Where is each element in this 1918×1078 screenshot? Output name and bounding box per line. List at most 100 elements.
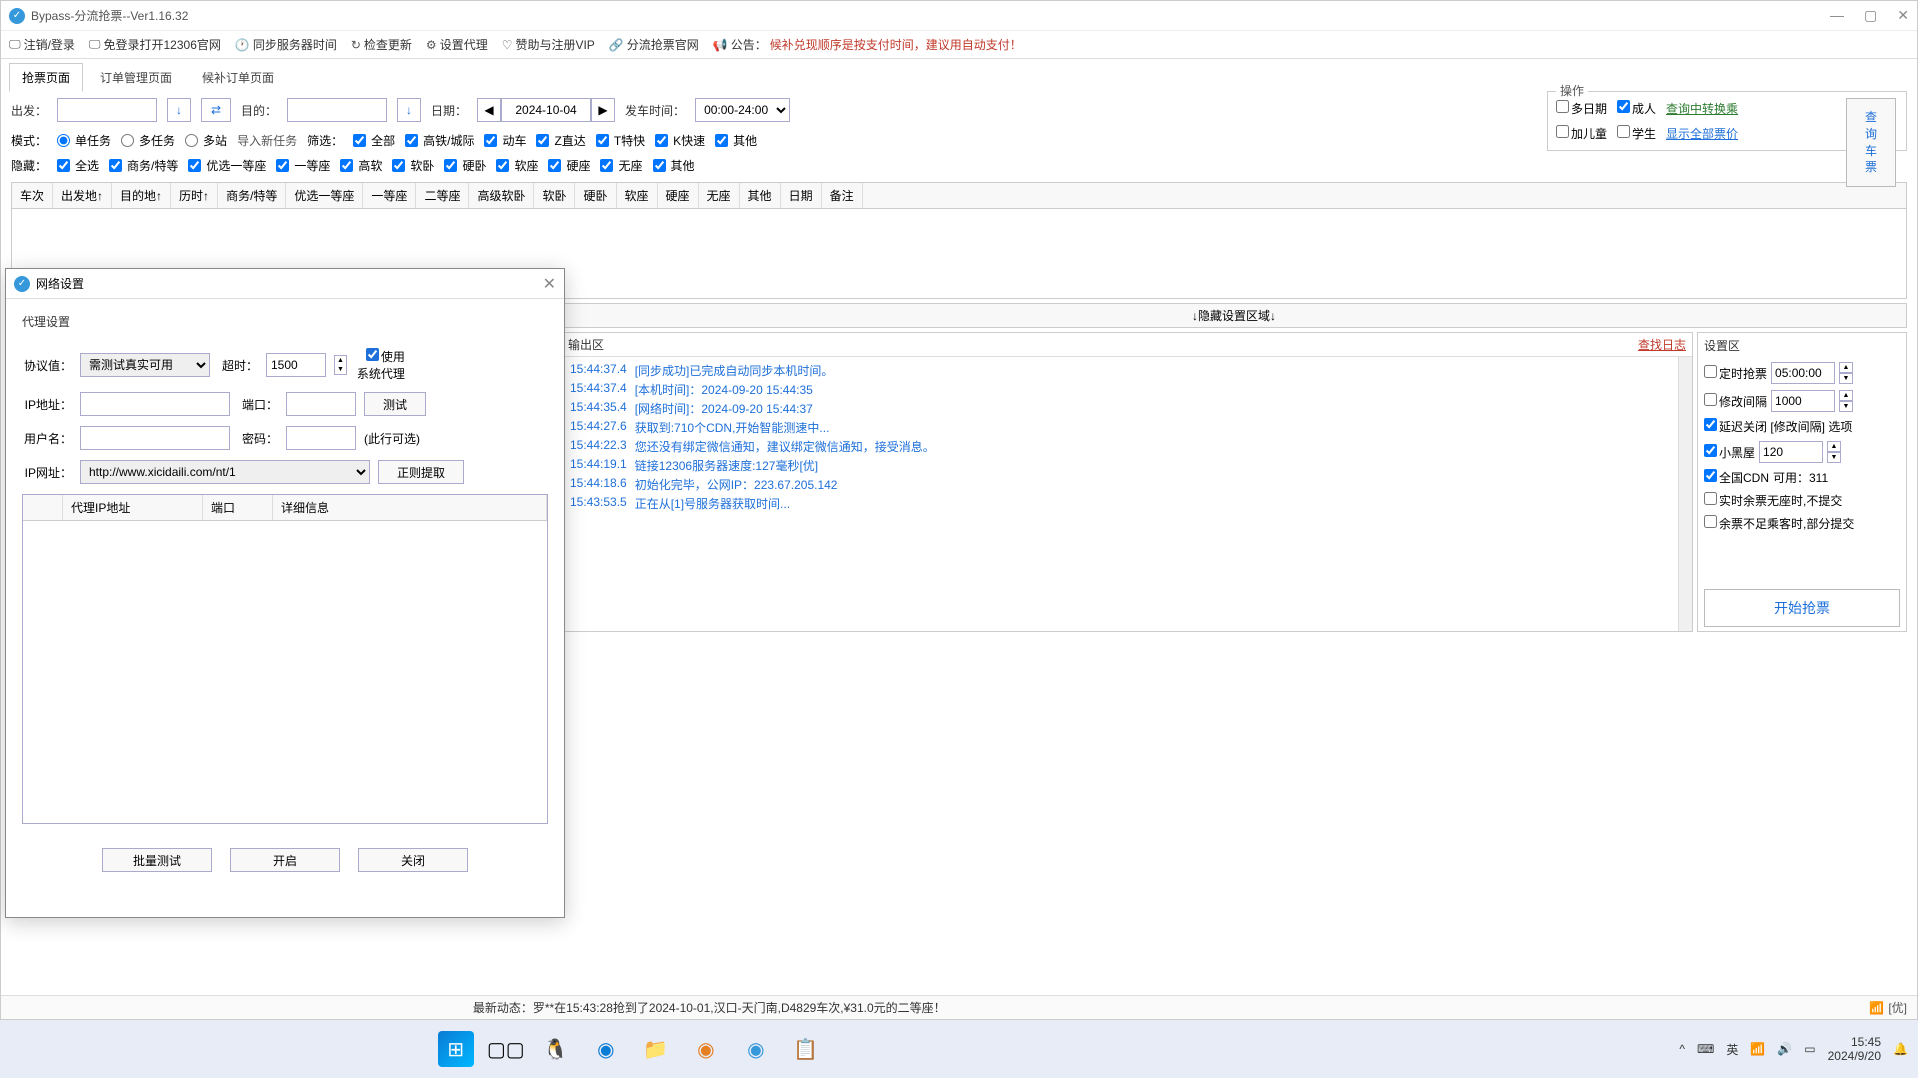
interval-up[interactable]: ▲ (1839, 390, 1853, 401)
toggle-settings-bar[interactable]: ↓隐藏设置区域↓ (561, 303, 1907, 328)
dialog-titlebar[interactable]: ✓ 网络设置 ✕ (6, 269, 564, 299)
filter-gaotie[interactable]: 高铁/城际 (405, 132, 474, 149)
child-check[interactable]: 加儿童 (1556, 125, 1607, 142)
app-icon-2[interactable]: 📋 (788, 1031, 824, 1067)
timed-check[interactable]: 定时抢票 (1704, 365, 1767, 382)
from-dropdown[interactable]: ↓ (167, 98, 191, 122)
time-select[interactable]: 00:00-24:00 (695, 98, 790, 122)
swap-button[interactable]: ⇄ (201, 98, 231, 122)
tab-waitlist[interactable]: 候补订单页面 (189, 63, 287, 92)
tray-wifi-icon[interactable]: 📶 (1750, 1042, 1765, 1056)
timed-input[interactable] (1771, 362, 1835, 384)
filter-other[interactable]: 其他 (715, 132, 757, 149)
hide-gaoruan[interactable]: 高软 (340, 157, 382, 174)
qq-icon[interactable]: 🐧 (538, 1031, 574, 1067)
date-input[interactable] (501, 98, 591, 122)
tab-order[interactable]: 订单管理页面 (87, 63, 185, 92)
th-to[interactable]: 目的地↑ (112, 183, 171, 208)
interval-check[interactable]: 修改间隔 (1704, 393, 1767, 410)
login-button[interactable]: 🖵注销/登录 (9, 36, 75, 53)
blackroom-up[interactable]: ▲ (1827, 441, 1841, 452)
partial-check[interactable]: 余票不足乘客时,部分提交 (1704, 515, 1854, 532)
showprice-link[interactable]: 显示全部票价 (1666, 125, 1738, 142)
hide-other[interactable]: 其他 (653, 157, 695, 174)
adult-check[interactable]: 成人 (1617, 100, 1656, 117)
hide-shangwu[interactable]: 商务/特等 (109, 157, 178, 174)
ime-indicator[interactable]: 英 (1726, 1041, 1738, 1058)
timed-down[interactable]: ▼ (1839, 373, 1853, 384)
tray-battery-icon[interactable]: ▭ (1804, 1042, 1815, 1056)
start-grab-button[interactable]: 开始抢票 (1704, 589, 1900, 627)
th-remark[interactable]: 备注 (822, 183, 863, 208)
close-proxy-button[interactable]: 关闭 (358, 848, 468, 872)
tray-keyboard-icon[interactable]: ⌨ (1697, 1042, 1714, 1056)
timeout-input[interactable] (266, 353, 326, 377)
mode-multistation[interactable]: 多站 (185, 132, 227, 149)
th-hardsleep[interactable]: 硬卧 (575, 183, 616, 208)
filter-tekuai[interactable]: T特快 (596, 132, 645, 149)
scrollbar[interactable] (1678, 357, 1692, 631)
interval-input[interactable] (1771, 390, 1835, 412)
open-12306-button[interactable]: 🖵免登录打开12306官网 (89, 36, 221, 53)
close-button[interactable]: ✕ (1897, 7, 1909, 24)
proxy-th-detail[interactable]: 详细信息 (273, 495, 547, 520)
hide-all[interactable]: 全选 (57, 157, 99, 174)
filter-dongche[interactable]: 动车 (484, 132, 526, 149)
sponsor-button[interactable]: ♡赞助与注册VIP (502, 36, 595, 53)
notifications-icon[interactable]: 🔔 (1893, 1042, 1908, 1056)
find-log-link[interactable]: 查找日志 (1638, 336, 1686, 353)
tray-chevron-icon[interactable]: ^ (1679, 1042, 1685, 1056)
th-train[interactable]: 车次 (12, 183, 53, 208)
batch-test-button[interactable]: 批量测试 (102, 848, 212, 872)
delay-close-check[interactable]: 延迟关闭 [修改间隔] 选项 (1704, 418, 1852, 435)
extract-button[interactable]: 正则提取 (378, 460, 464, 484)
dialog-close-button[interactable]: ✕ (543, 274, 556, 294)
bypass-app-icon[interactable]: ◉ (738, 1031, 774, 1067)
next-date-button[interactable]: ▶ (591, 98, 615, 122)
official-site-button[interactable]: 🔗分流抢票官网 (609, 36, 699, 53)
hide-ruanwo[interactable]: 软卧 (392, 157, 434, 174)
maximize-button[interactable]: ▢ (1864, 7, 1877, 24)
url-select[interactable]: http://www.xicidaili.com/nt/1 (80, 460, 370, 484)
test-button[interactable]: 测试 (364, 392, 426, 416)
transfer-link[interactable]: 查询中转换乘 (1666, 100, 1738, 117)
port-input[interactable] (286, 392, 356, 416)
th-date[interactable]: 日期 (781, 183, 822, 208)
firefox-icon[interactable]: ◉ (688, 1031, 724, 1067)
open-button[interactable]: 开启 (230, 848, 340, 872)
th-other[interactable]: 其他 (740, 183, 781, 208)
sync-time-button[interactable]: 🕐同步服务器时间 (235, 36, 337, 53)
blackroom-input[interactable] (1759, 441, 1823, 463)
user-input[interactable] (80, 426, 230, 450)
filter-all[interactable]: 全部 (353, 132, 395, 149)
timeout-up[interactable]: ▲ (335, 356, 346, 365)
pwd-input[interactable] (286, 426, 356, 450)
explorer-icon[interactable]: 📁 (638, 1031, 674, 1067)
nosubmit-check[interactable]: 实时余票无座时,不提交 (1704, 492, 1842, 509)
query-button[interactable]: 查询 车票 (1846, 98, 1896, 187)
mode-single[interactable]: 单任务 (57, 132, 111, 149)
filter-zhida[interactable]: Z直达 (536, 132, 585, 149)
blackroom-down[interactable]: ▼ (1827, 452, 1841, 463)
th-first[interactable]: 一等座 (363, 183, 416, 208)
hide-youxuan[interactable]: 优选一等座 (188, 157, 266, 174)
hide-ruanzuo[interactable]: 软座 (496, 157, 538, 174)
proxy-th-port[interactable]: 端口 (203, 495, 273, 520)
from-input[interactable] (57, 98, 157, 122)
hide-yingwo[interactable]: 硬卧 (444, 157, 486, 174)
prev-date-button[interactable]: ◀ (477, 98, 501, 122)
hide-wuzuo[interactable]: 无座 (600, 157, 642, 174)
filter-kuaisu[interactable]: K快速 (655, 132, 705, 149)
proxy-th-ip[interactable]: 代理IP地址 (63, 495, 203, 520)
cdn-check[interactable]: 全国CDN (1704, 469, 1769, 486)
interval-down[interactable]: ▼ (1839, 401, 1853, 412)
student-check[interactable]: 学生 (1617, 125, 1656, 142)
to-dropdown[interactable]: ↓ (397, 98, 421, 122)
th-softseat[interactable]: 软座 (617, 183, 658, 208)
tray-volume-icon[interactable]: 🔊 (1777, 1042, 1792, 1056)
blackroom-check[interactable]: 小黑屋 (1704, 444, 1755, 461)
th-business[interactable]: 商务/特等 (218, 183, 286, 208)
protocol-select[interactable]: 需测试真实可用 (80, 353, 210, 377)
mode-multi[interactable]: 多任务 (121, 132, 175, 149)
th-softsleep[interactable]: 软卧 (534, 183, 575, 208)
